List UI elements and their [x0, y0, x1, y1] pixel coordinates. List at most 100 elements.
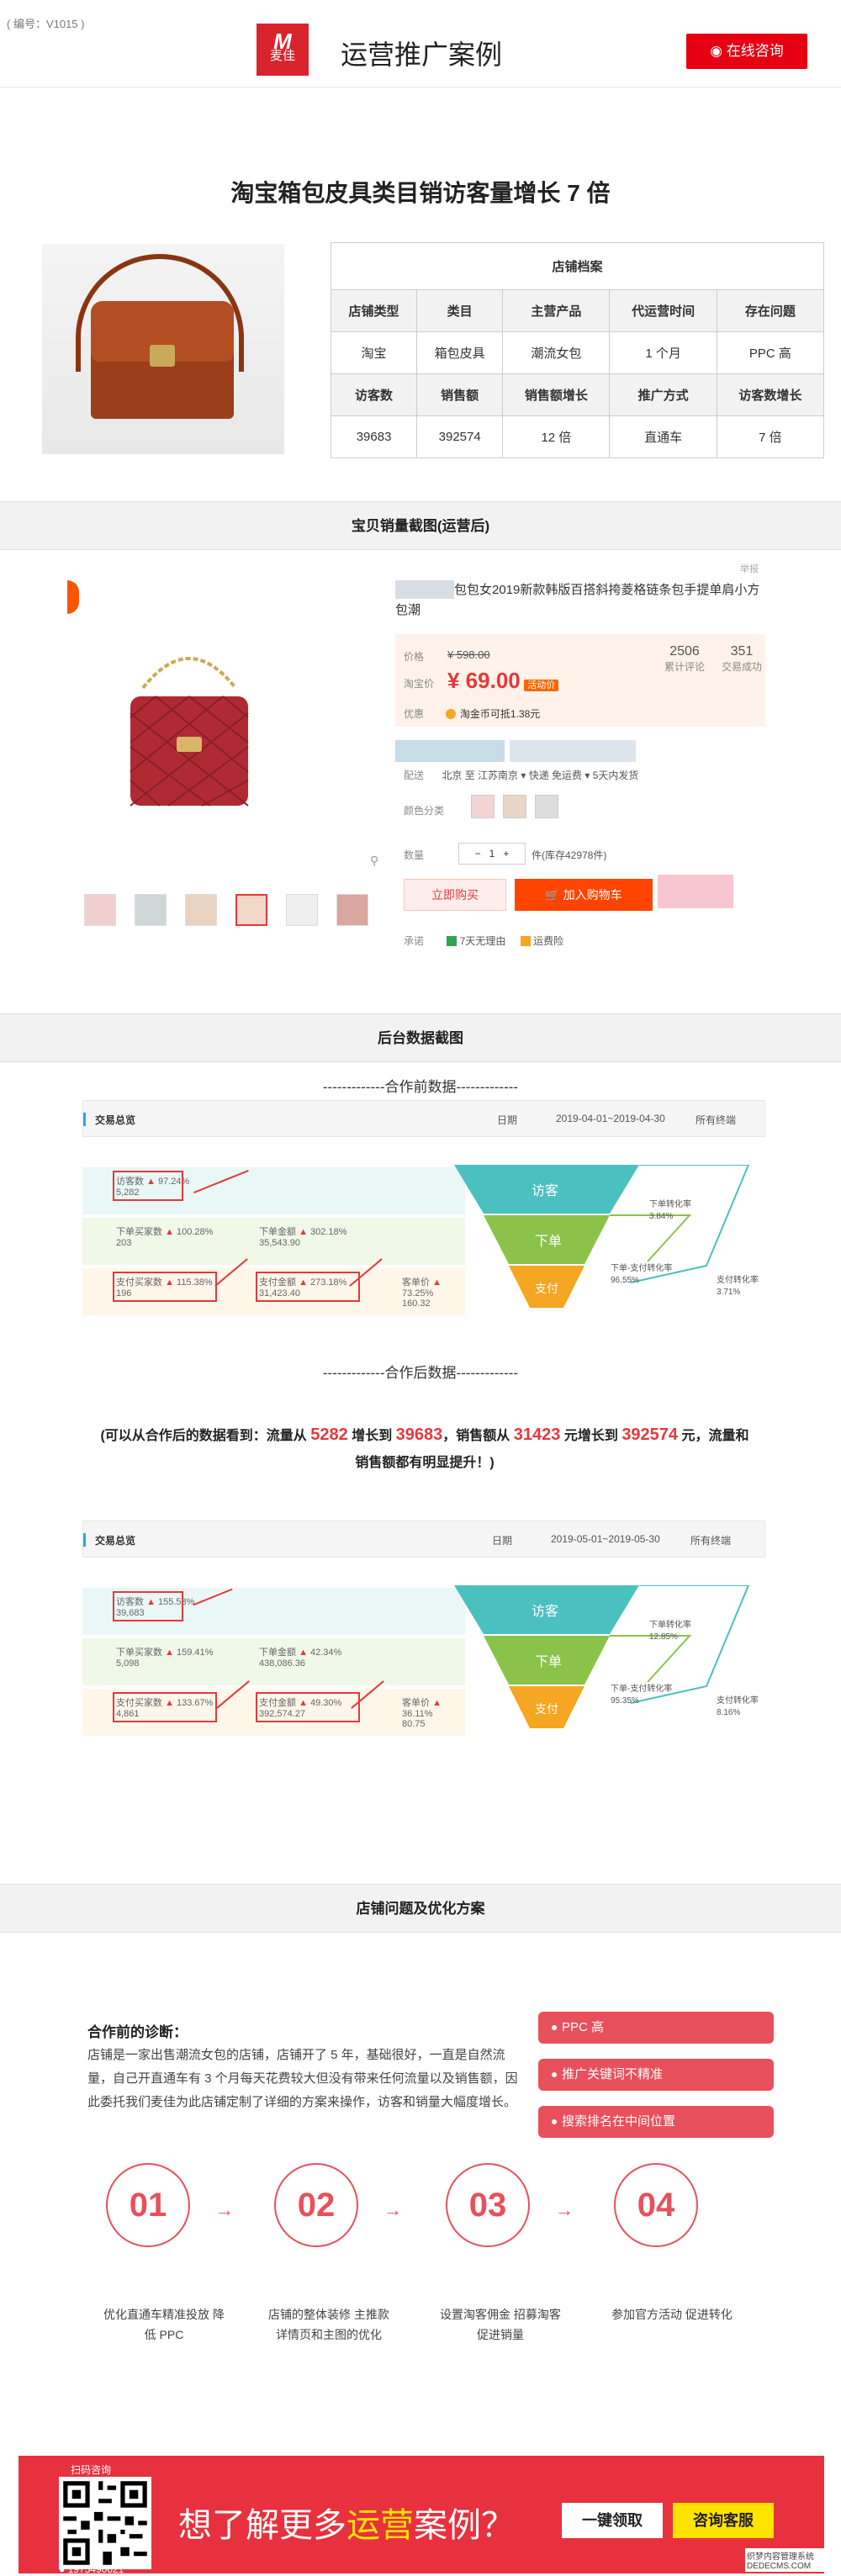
order-pay-rate-label: 下单-支付转化率 [611, 1683, 672, 1694]
deals-label: 交易成功 [722, 661, 763, 673]
metric-value: 5,098 [116, 1658, 140, 1669]
thumbnail[interactable] [286, 894, 318, 926]
before-divider: -------------合作前数据------------- [322, 1079, 519, 1095]
add-to-cart-button[interactable]: 🛒 加入购物车 [515, 879, 653, 911]
archive-header: 访客数 [330, 373, 418, 416]
metric-change: 159.41% [177, 1648, 214, 1658]
online-consult-button[interactable]: ◉ 在线咨询 [686, 34, 807, 69]
promise-1: 7天无理由 [459, 935, 506, 947]
section-backend-screenshot: 后台数据截图 [0, 1013, 841, 1062]
report-link[interactable]: 举报 [740, 562, 759, 575]
archive-header: 店铺类型 [330, 289, 418, 332]
cart-label: 加入购物车 [563, 888, 622, 902]
metric-value: 35,543.90 [259, 1238, 300, 1248]
buy-now-button[interactable]: 立即购买 [404, 879, 506, 911]
archive-cell: PPC 高 [716, 331, 825, 374]
metric: 下单买家数 ▲ 100.28% 203 [116, 1227, 214, 1248]
metric-label: 下单买家数 [116, 1648, 162, 1658]
return-icon [447, 936, 458, 946]
product-photo [42, 244, 284, 454]
archive-cell: 12 倍 [502, 415, 611, 458]
diagnosis-body: 店铺是一家出售潮流女包的店铺，店铺开了 5 年，基础很好，一直是自然流量，自己开… [87, 2048, 518, 2109]
step-text: 参加官方活动 促进转化 [611, 2308, 733, 2321]
funnel-label-order: 下单 [535, 1234, 562, 1249]
summary-text: ，销售额从 [442, 1429, 510, 1443]
metric-label: 客单价 [402, 1277, 430, 1288]
funnel-label-visit: 访客 [532, 1183, 558, 1198]
date-range[interactable]: 2019-04-01~2019-04-30 [556, 1113, 665, 1124]
color-option[interactable] [471, 795, 495, 818]
thumbnail[interactable] [185, 894, 217, 926]
thumbnail[interactable] [84, 894, 116, 926]
claim-button[interactable]: 一键领取 [562, 2503, 663, 2538]
order-pay-rate-value: 96.55% [611, 1276, 639, 1285]
plus-icon[interactable]: + [503, 848, 509, 860]
reviews-count: 2506 [669, 644, 700, 659]
summary-value: 39683 [395, 1426, 443, 1444]
qty-row: 数量 [404, 848, 424, 862]
stock-text: 件(库存42978件) [532, 849, 607, 861]
metric-change: 36.11% [402, 1709, 433, 1719]
order-rate-value: 3.84% [649, 1212, 673, 1221]
old-price: ¥ 598.00 [447, 648, 490, 663]
metric-change: 302.18% [310, 1227, 347, 1237]
thumbnail[interactable] [336, 894, 368, 926]
qty-stepper[interactable]: − 1 + [458, 843, 526, 865]
pay-rate-value: 3.71% [717, 1288, 740, 1297]
archive-cell: 39683 [330, 415, 418, 458]
order-rate-value: 12.85% [649, 1632, 678, 1642]
before-funnel: 访客 下单 支付 下单转化率 3.84% 下单-支付转化率 96.55% 支付转… [454, 1165, 759, 1308]
zoom-icon[interactable]: ⚲ [370, 854, 378, 868]
price-label-text: 价格 [404, 651, 425, 663]
summary-value: 5282 [310, 1426, 348, 1444]
date-label: 日期 [497, 1114, 518, 1126]
step-number: 02 [274, 2163, 358, 2247]
date-range[interactable]: 2019-05-01~2019-05-30 [551, 1533, 660, 1545]
step-number: 03 [446, 2163, 530, 2247]
price-label: 价格 [404, 649, 424, 664]
logo[interactable]: M 麦佳 [257, 24, 309, 76]
promise-row: 承诺 7天无理由 运费险 [404, 934, 563, 948]
before-visitors-row: 访客数 ▲ 97.24% 5,282 [82, 1167, 465, 1214]
metric-label: 客单价 [402, 1698, 430, 1708]
section-sales-screenshot: 宝贝销量截图(运营后) [0, 501, 841, 550]
highlight-box [113, 1272, 217, 1302]
highlight-box [113, 1171, 183, 1201]
after-order-row: 下单买家数 ▲ 159.41% 5,098 下单金额 ▲ 42.34% 438,… [82, 1638, 465, 1685]
minus-icon[interactable]: − [475, 848, 481, 860]
archive-header: 存在问题 [716, 289, 825, 332]
metric-change: 73.25% [402, 1288, 434, 1299]
highlight-box [256, 1692, 360, 1722]
step-number: 04 [614, 2163, 698, 2247]
funnel-label-order: 下单 [535, 1654, 562, 1669]
deals-count: 351 [730, 644, 754, 659]
color-option[interactable] [503, 795, 526, 818]
screenshot-edge-tab [67, 580, 79, 614]
section-issues: 店铺问题及优化方案 [0, 1884, 841, 1933]
after-panel-header: 交易总览 日期 2019-05-01~2019-05-30 所有终端 [82, 1521, 765, 1558]
arrow-right-icon: → [555, 2199, 574, 2220]
archive-cell: 箱包皮具 [416, 331, 504, 374]
thumbnail-selected[interactable] [235, 894, 267, 926]
metric-label: 下单买家数 [116, 1227, 162, 1237]
metric-value: 203 [116, 1238, 132, 1248]
funnel-label-pay: 支付 [535, 1702, 558, 1716]
summary-text: 元增长到 [563, 1429, 618, 1443]
terminal-select[interactable]: 所有终端 [696, 1113, 736, 1127]
ship-text[interactable]: 北京 至 江苏南京 ▾ 快递 免运费 ▾ 5天内发货 [442, 770, 638, 781]
pay-rate-label: 支付转化率 [717, 1695, 759, 1706]
color-option[interactable] [535, 795, 558, 818]
summary-text: 增长到 [352, 1429, 393, 1443]
order-rate-label: 下单转化率 [649, 1198, 691, 1209]
step-text: 店铺的整体装修 主推款详情页和主图的优化 [268, 2308, 389, 2341]
metric-change: 100.28% [177, 1227, 214, 1237]
terminal-select[interactable]: 所有终端 [690, 1533, 731, 1547]
metric-label: 下单金额 [259, 1648, 296, 1658]
archive-header: 主营产品 [502, 289, 611, 332]
archive-header: 代运营时间 [609, 289, 717, 332]
thumbnail[interactable] [135, 894, 167, 926]
contact-service-button[interactable]: 咨询客服 [673, 2503, 774, 2538]
promise-label: 承诺 [404, 935, 425, 947]
deals-stat: 351 交易成功 [722, 644, 762, 674]
reviews-label[interactable]: 累计评论 [664, 659, 705, 674]
